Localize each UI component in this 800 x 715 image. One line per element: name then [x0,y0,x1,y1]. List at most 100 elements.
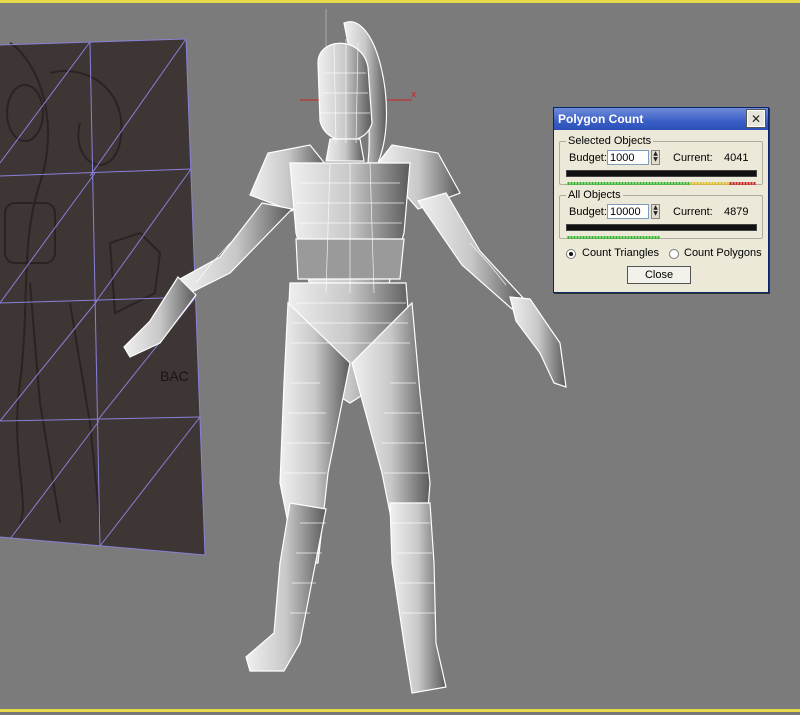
selected-meter-segment [594,182,597,185]
all-budget-input[interactable]: 10000 [607,204,649,219]
selected-meter-segment [717,182,720,185]
selected-budget-label: Budget: [569,152,607,164]
all-meter-segment [633,236,636,239]
selected-meter-segment [645,182,648,185]
all-meter-segment [606,236,609,239]
all-current-value: 4879 [724,206,749,218]
all-meter-segment [621,236,624,239]
3d-viewport[interactable]: BAC x Polygon Count ✕ Selected Objects B… [0,0,800,712]
selected-meter-segment [567,182,570,185]
selected-current-label: Current: [673,152,713,164]
count-triangles-label: Count Triangles [582,247,660,259]
selected-meter-segment [588,182,591,185]
all-meter-segment [609,236,612,239]
all-meter-segment [591,236,594,239]
count-polygons-label: Count Polygons [684,247,762,259]
svg-text:x: x [411,90,417,100]
selected-meter-segment [582,182,585,185]
all-meter-segment [612,236,615,239]
selected-usage-meter [566,170,757,185]
all-meter-segment [615,236,618,239]
head [317,42,373,142]
selected-meter-segment [723,182,726,185]
all-meter-segment [600,236,603,239]
selected-meter-segment [636,182,639,185]
selected-meter-segment [606,182,609,185]
all-usage-bar [567,236,660,239]
left-arm [179,202,294,294]
selected-meter-segment [690,182,693,185]
selected-meter-segment [570,182,573,185]
all-meter-segment [585,236,588,239]
all-meter-segment [642,236,645,239]
selected-meter-segment [681,182,684,185]
all-budget-spinner[interactable]: ▲ ▼ [651,204,660,219]
selected-meter-segment [642,182,645,185]
close-button[interactable]: Close [627,266,691,284]
selected-meter-segment [618,182,621,185]
dialog-title-bar[interactable]: Polygon Count ✕ [554,108,768,130]
all-meter-segment [627,236,630,239]
all-meter-segment [651,236,654,239]
all-meter-segment [630,236,633,239]
selected-budget-input[interactable]: 1000 [607,150,649,165]
selected-meter-segment [753,182,756,185]
all-meter-segment [603,236,606,239]
neck [325,138,365,162]
selected-meter-segment [630,182,633,185]
all-meter-segment [570,236,573,239]
selected-meter-segment [669,182,672,185]
selected-meter-segment [687,182,690,185]
selected-meter-segment [678,182,681,185]
selected-meter-segment [729,182,732,185]
all-meter-segment [639,236,642,239]
selected-meter-segment [711,182,714,185]
all-meter-segment [567,236,570,239]
selected-meter-segment [666,182,669,185]
count-triangles-radio[interactable] [566,249,576,259]
all-meter-segment [579,236,582,239]
selected-meter-segment [627,182,630,185]
selected-meter-segment [750,182,753,185]
close-icon[interactable]: ✕ [746,109,766,128]
all-current-label: Current: [673,206,713,218]
left-boot [245,502,327,672]
selected-meter-segment [663,182,666,185]
all-meter-segment [588,236,591,239]
selected-meter-segment [699,182,702,185]
selected-current-value: 4041 [724,152,749,164]
dialog-title: Polygon Count [558,112,644,126]
all-meter-segment [582,236,585,239]
all-meter-segment [645,236,648,239]
selected-meter-segment [747,182,750,185]
selected-meter-segment [672,182,675,185]
selected-meter-segment [615,182,618,185]
right-hand [509,296,567,388]
selected-meter-segment [612,182,615,185]
all-budget-label: Budget: [569,206,607,218]
selected-meter-segment [573,182,576,185]
count-polygons-radio[interactable] [669,249,679,259]
selected-meter-segment [624,182,627,185]
selected-budget-spinner[interactable]: ▲ ▼ [651,150,660,165]
all-meter-segment [624,236,627,239]
all-meter-segment [618,236,621,239]
all-meter-segment [648,236,651,239]
selected-meter-segment [684,182,687,185]
polygon-count-dialog[interactable]: Polygon Count ✕ Selected Objects Budget:… [553,107,769,293]
selected-objects-group: Selected Objects Budget: 1000 ▲ ▼ Current… [559,135,763,185]
selected-meter-segment [600,182,603,185]
selected-meter-segment [693,182,696,185]
selected-meter-segment [603,182,606,185]
selected-meter-segment [654,182,657,185]
selected-meter-segment [696,182,699,185]
selected-meter-segment [738,182,741,185]
selected-meter-segment [633,182,636,185]
selected-meter-segment [657,182,660,185]
selected-meter-segment [744,182,747,185]
all-meter-segment [576,236,579,239]
selected-meter-segment [720,182,723,185]
selected-meter-segment [735,182,738,185]
selected-meter-segment [702,182,705,185]
right-boot [389,502,447,694]
